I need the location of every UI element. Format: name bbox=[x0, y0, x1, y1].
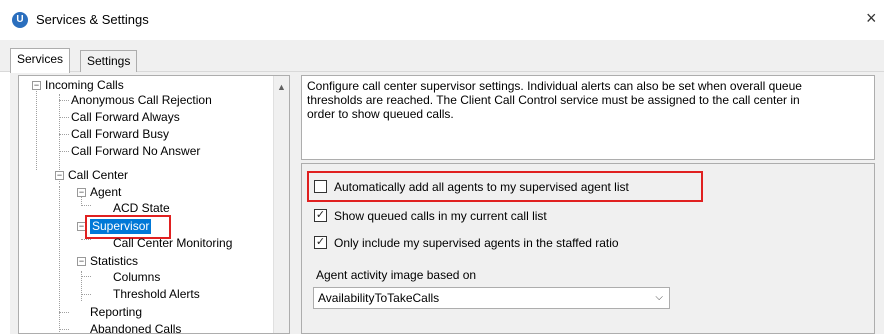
window-title: Services & Settings bbox=[36, 12, 149, 27]
auto-add-agents-checkbox[interactable] bbox=[314, 180, 327, 193]
tree-connector bbox=[81, 239, 91, 240]
title-bar: U Services & Settings × bbox=[0, 0, 884, 40]
tree-item-abandoned-calls[interactable]: Abandoned Calls bbox=[90, 322, 181, 333]
collapse-call-center-icon[interactable]: − bbox=[55, 171, 64, 180]
tree-item-threshold-alerts[interactable]: Threshold Alerts bbox=[113, 287, 200, 302]
tree-item-statistics[interactable]: Statistics bbox=[90, 254, 138, 269]
show-queued-calls-label[interactable]: Show queued calls in my current call lis… bbox=[334, 208, 547, 224]
tab-settings[interactable]: Settings bbox=[80, 50, 138, 72]
tree-connector bbox=[59, 117, 69, 118]
app-logo-icon: U bbox=[12, 12, 28, 28]
tree-connector bbox=[81, 294, 91, 295]
services-tree[interactable]: − Incoming Calls Anonymous Call Rejectio… bbox=[18, 75, 290, 334]
tree-connector bbox=[81, 205, 91, 206]
supervisor-settings-panel: Automatically add all agents to my super… bbox=[301, 163, 875, 334]
tree-item-columns[interactable]: Columns bbox=[113, 270, 160, 285]
tree-connector bbox=[36, 85, 37, 170]
chevron-down-icon[interactable]: ⌵ bbox=[655, 288, 663, 308]
tree-item-call-center[interactable]: Call Center bbox=[68, 168, 128, 183]
tree-connector bbox=[59, 151, 69, 152]
tree-item-anonymous-call-rejection[interactable]: Anonymous Call Rejection bbox=[71, 93, 212, 108]
agent-activity-dropdown[interactable]: AvailabilityToTakeCalls ⌵ bbox=[313, 287, 670, 309]
tree-item-reporting[interactable]: Reporting bbox=[90, 305, 142, 320]
description-panel: Configure call center supervisor setting… bbox=[301, 75, 875, 160]
auto-add-agents-label[interactable]: Automatically add all agents to my super… bbox=[334, 179, 629, 195]
description-line: Configure call center supervisor setting… bbox=[307, 79, 802, 93]
collapse-agent-icon[interactable]: − bbox=[77, 188, 86, 197]
tab-strip: Services Settings bbox=[0, 40, 884, 73]
collapse-incoming-calls-icon[interactable]: − bbox=[32, 81, 41, 90]
tree-item-call-center-monitoring[interactable]: Call Center Monitoring bbox=[113, 236, 232, 251]
agent-activity-label: Agent activity image based on bbox=[316, 268, 477, 282]
tree-item-incoming-calls[interactable]: Incoming Calls bbox=[45, 78, 124, 93]
agent-activity-value: AvailabilityToTakeCalls bbox=[318, 291, 440, 305]
tree-item-acd-state[interactable]: ACD State bbox=[113, 201, 170, 216]
tab-services[interactable]: Services bbox=[10, 48, 71, 73]
tree-scrollbar[interactable]: ▲ bbox=[273, 76, 289, 333]
scroll-up-icon[interactable]: ▲ bbox=[277, 82, 286, 92]
tree-connector bbox=[59, 329, 69, 330]
description-line: thresholds are reached. The Client Call … bbox=[307, 93, 800, 107]
tree-item-agent[interactable]: Agent bbox=[90, 185, 121, 200]
tree-connector bbox=[59, 312, 69, 313]
only-supervised-agents-label[interactable]: Only include my supervised agents in the… bbox=[334, 235, 619, 251]
tree-item-call-forward-always[interactable]: Call Forward Always bbox=[71, 110, 180, 125]
only-supervised-agents-checkbox[interactable]: ✓ bbox=[314, 236, 327, 249]
tree-item-call-forward-busy[interactable]: Call Forward Busy bbox=[71, 127, 169, 142]
tree-item-call-forward-no-answer[interactable]: Call Forward No Answer bbox=[71, 144, 200, 159]
show-queued-calls-checkbox[interactable]: ✓ bbox=[314, 209, 327, 222]
tree-connector bbox=[59, 100, 69, 101]
tree-connector bbox=[59, 134, 69, 135]
close-icon[interactable]: × bbox=[866, 8, 877, 29]
tree-connector bbox=[81, 276, 91, 277]
collapse-statistics-icon[interactable]: − bbox=[77, 257, 86, 266]
description-line: order to show queued calls. bbox=[307, 107, 454, 121]
